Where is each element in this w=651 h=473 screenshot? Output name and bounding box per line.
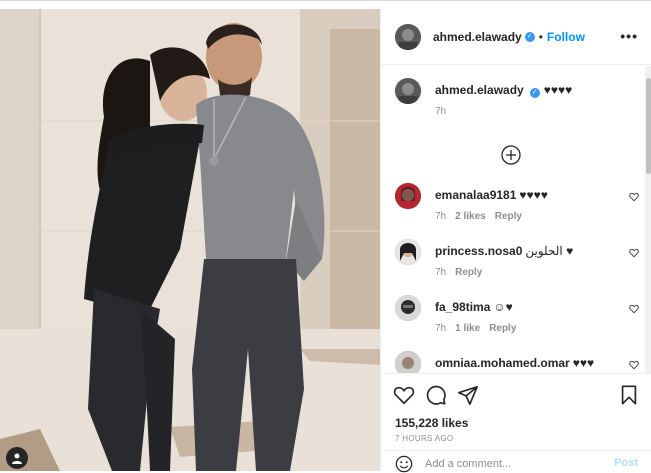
more-options-icon[interactable]: •••: [620, 29, 638, 43]
like-heart-icon[interactable]: [393, 384, 415, 406]
comment-meta: 7h Reply: [435, 267, 491, 278]
post-side-panel: ahmed.elawady ✓ • Follow ••• ahmed.elawa…: [380, 9, 651, 473]
reply-button[interactable]: Reply: [455, 267, 482, 278]
save-bookmark-icon[interactable]: [618, 384, 640, 406]
comment-like-icon[interactable]: [629, 304, 639, 314]
comment-time[interactable]: 7h: [435, 211, 446, 222]
verified-badge-icon: ✓: [529, 88, 540, 98]
caption-body: ♥♥♥♥: [543, 83, 573, 97]
author-avatar[interactable]: [395, 23, 421, 50]
post-timestamp[interactable]: 7 HOURS AGO: [395, 434, 453, 443]
instagram-post-view: ahmed.elawady ✓ • Follow ••• ahmed.elawa…: [0, 0, 651, 473]
post-header: ahmed.elawady ✓ • Follow •••: [381, 9, 651, 65]
emoji-smiley-icon[interactable]: [395, 455, 413, 473]
post-comment-button[interactable]: Post: [614, 457, 638, 469]
caption-meta: 7h: [435, 106, 455, 117]
comment-text: princess.nosa0 الحلوين ♥: [435, 244, 573, 258]
reply-button[interactable]: Reply: [489, 323, 516, 334]
author-username[interactable]: ahmed.elawady: [433, 30, 522, 44]
verified-badge-icon: ✓: [524, 31, 535, 42]
likes-count[interactable]: 155,228 likes: [395, 416, 468, 430]
comment-likes[interactable]: 2 likes: [455, 211, 486, 222]
reply-button[interactable]: Reply: [495, 211, 522, 222]
comments-list[interactable]: ahmed.elawady ✓ ♥♥♥♥ 7h emanalaa9181 ♥♥♥♥: [381, 66, 645, 373]
photo-illustration: [0, 9, 380, 471]
comment-bubble-icon[interactable]: [425, 384, 447, 406]
caption-username[interactable]: ahmed.elawady: [435, 83, 524, 97]
commenter-username[interactable]: emanalaa9181: [435, 188, 516, 202]
comment-text: emanalaa9181 ♥♥♥♥: [435, 188, 548, 202]
scrollbar-thumb[interactable]: [646, 78, 651, 174]
comment-text: omniaa.mohamed.omar ♥♥♥: [435, 356, 594, 370]
commenter-avatar[interactable]: [395, 295, 421, 321]
comment-like-icon[interactable]: [629, 248, 639, 258]
comment-composer: Post: [381, 450, 651, 473]
comment-likes[interactable]: 1 like: [455, 323, 480, 334]
author-avatar[interactable]: [395, 78, 421, 104]
caption-text: ahmed.elawady ✓ ♥♥♥♥: [435, 83, 572, 98]
comment-like-icon[interactable]: [629, 192, 639, 202]
commenter-username[interactable]: omniaa.mohamed.omar: [435, 356, 570, 370]
follow-button[interactable]: Follow: [547, 30, 585, 44]
share-plane-icon[interactable]: [457, 384, 479, 406]
comment-time[interactable]: 7h: [435, 323, 446, 334]
commenter-username[interactable]: princess.nosa0: [435, 244, 522, 258]
comment-time[interactable]: 7h: [435, 267, 446, 278]
comment-text: fa_98tima ☺♥: [435, 300, 513, 314]
comment-body: ♥♥♥: [572, 356, 595, 370]
load-more-comments-icon[interactable]: [500, 144, 522, 166]
commenter-avatar[interactable]: [395, 351, 421, 373]
header-separator: •: [538, 29, 543, 44]
comment-like-icon[interactable]: [629, 360, 639, 370]
comment-meta: 7h 1 like Reply: [435, 323, 525, 334]
comment-body: ☺♥: [493, 300, 513, 314]
comments-scrollbar[interactable]: [645, 66, 651, 373]
tagged-users-icon[interactable]: [6, 447, 28, 469]
comment-body: الحلوين ♥: [525, 244, 574, 258]
commenter-avatar[interactable]: [395, 239, 421, 265]
commenter-username[interactable]: fa_98tima: [435, 300, 490, 314]
commenter-avatar[interactable]: [395, 183, 421, 209]
post-photo[interactable]: [0, 9, 380, 471]
comment-body: ♥♥♥♥: [519, 188, 548, 202]
caption-time[interactable]: 7h: [435, 106, 446, 117]
comment-meta: 7h 2 likes Reply: [435, 211, 531, 222]
